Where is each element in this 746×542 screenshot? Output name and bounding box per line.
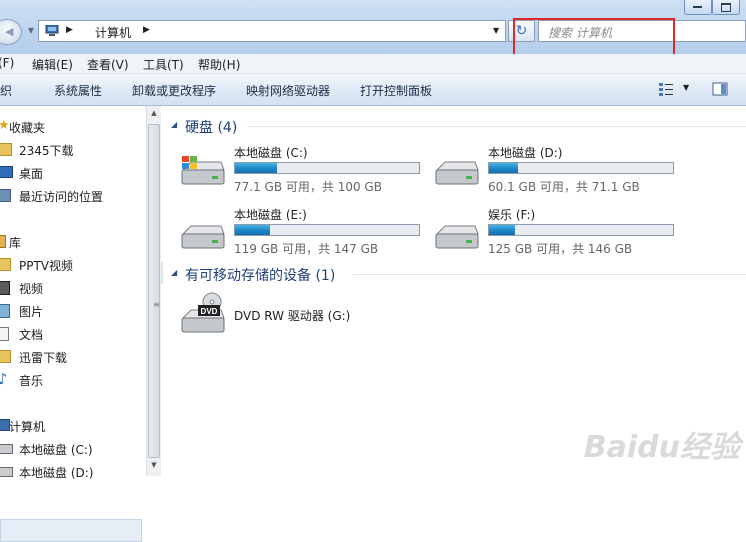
drive-tile-c[interactable]: 本地磁盘 (C:) 77.1 GB 可用，共 100 GB [179, 142, 420, 196]
drive-name-d: 本地磁盘 (D:) [488, 146, 563, 160]
library-icon [0, 235, 6, 248]
menu-help[interactable]: 帮助(H) [198, 56, 240, 73]
nav-favorites[interactable]: ★ 收藏夹 [0, 117, 146, 137]
document-library-icon [0, 327, 9, 341]
folder-icon [0, 143, 12, 156]
breadcrumb-separator-icon[interactable]: ▶ [143, 25, 150, 35]
collapse-chevron-icon[interactable]: ◢ [171, 120, 177, 129]
navigation-pane: ★ 收藏夹 2345下载 桌面 最近访问的位置 库 PPTV视频 视频 图片 文… [0, 106, 146, 542]
free-space-c: 77.1 GB 可用，共 100 GB [234, 180, 382, 194]
nav-music[interactable]: ♪ 音乐 [0, 370, 146, 390]
picture-library-icon [0, 304, 10, 318]
music-icon: ♪ [0, 370, 8, 388]
group-edge [161, 262, 163, 284]
content-pane: ◢ 硬盘 (4) 本地磁盘 (C:) 77.1 GB 可用，共 100 GB 本… [161, 106, 746, 476]
usage-bar-fill-d [489, 163, 519, 173]
folder-icon [0, 350, 11, 363]
usage-bar-fill-f [489, 225, 515, 235]
desktop-icon [0, 166, 13, 178]
usage-bar-d [488, 162, 674, 174]
system-properties-button[interactable]: 系统属性 [54, 82, 102, 99]
open-control-panel-button[interactable]: 打开控制面板 [360, 82, 432, 99]
drive-name-c: 本地磁盘 (C:) [234, 146, 308, 160]
command-bar: 织 系统属性 卸载或更改程序 映射网络驱动器 打开控制面板 ▼ [0, 74, 746, 106]
scroll-down-arrow-icon[interactable]: ▼ [147, 461, 161, 473]
nav-drive-c[interactable]: 本地磁盘 (C:) [0, 439, 146, 459]
video-library-icon [0, 281, 10, 295]
map-network-drive-button[interactable]: 映射网络驱动器 [246, 82, 330, 99]
usage-bar-e [234, 224, 420, 236]
nav-computer-selected-highlight [0, 519, 142, 542]
watermark-logo: Baidu经验 [583, 430, 740, 465]
scroll-grip-icon: ≡ [153, 300, 160, 309]
recent-places-icon [0, 189, 11, 202]
free-space-d: 60.1 GB 可用，共 71.1 GB [488, 180, 640, 194]
computer-icon [45, 25, 59, 36]
drive-name-f: 娱乐 (F:) [488, 208, 536, 222]
address-history-dropdown-icon[interactable]: ▼ [493, 26, 499, 35]
group-header-removable[interactable]: ◢ 有可移动存储的设备 (1) [161, 262, 746, 286]
windows-drive-icon [181, 156, 225, 185]
drive-name-dvd: DVD RW 驱动器 (G:) [234, 309, 351, 323]
drive-tile-e[interactable]: 本地磁盘 (E:) 119 GB 可用，共 147 GB [179, 206, 420, 260]
nav-computer[interactable]: 计算机 [0, 416, 146, 436]
scroll-thumb[interactable]: ≡ [148, 124, 160, 458]
folder-icon [0, 258, 11, 271]
group-divider [247, 126, 746, 127]
group-divider [353, 274, 746, 275]
minimize-button[interactable] [684, 0, 712, 15]
change-view-icon[interactable] [658, 82, 674, 96]
nav-recent-places[interactable]: 最近访问的位置 [0, 186, 146, 206]
menu-file[interactable]: (F) [0, 56, 14, 70]
menu-bar: (F) 编辑(E) 查看(V) 工具(T) 帮助(H) [0, 54, 746, 74]
organize-button[interactable]: 织 [0, 82, 12, 99]
drive-tile-dvd[interactable]: DVD DVD RW 驱动器 (G:) [179, 292, 419, 340]
hard-drive-icon [181, 225, 225, 249]
dvd-badge: DVD [201, 307, 218, 316]
usage-bar-fill-c [235, 163, 278, 173]
group-header-hard-disks[interactable]: ◢ 硬盘 (4) [161, 114, 746, 138]
preview-pane-icon[interactable] [712, 82, 728, 96]
back-arrow-icon: ◀ [5, 25, 14, 38]
free-space-f: 125 GB 可用，共 146 GB [488, 242, 633, 256]
menu-tools[interactable]: 工具(T) [143, 56, 184, 73]
maximize-button[interactable] [712, 0, 740, 15]
nav-pictures[interactable]: 图片 [0, 301, 146, 321]
usage-bar-f [488, 224, 674, 236]
nav-videos[interactable]: 视频 [0, 278, 146, 298]
windows-drive-icon [0, 444, 13, 454]
uninstall-program-button[interactable]: 卸载或更改程序 [132, 82, 216, 99]
nav-desktop[interactable]: 桌面 [0, 163, 146, 183]
nav-libraries[interactable]: 库 [0, 232, 146, 252]
drive-tile-d[interactable]: 本地磁盘 (D:) 60.1 GB 可用，共 71.1 GB [433, 142, 674, 196]
menu-edit[interactable]: 编辑(E) [32, 56, 73, 73]
free-space-e: 119 GB 可用，共 147 GB [234, 242, 379, 256]
view-options-dropdown-icon[interactable]: ▼ [683, 83, 689, 92]
maximize-icon [721, 3, 731, 12]
dvd-drive-icon: DVD [181, 292, 225, 333]
nav-documents[interactable]: 文档 [0, 324, 146, 344]
menu-view[interactable]: 查看(V) [87, 56, 129, 73]
usage-bar-fill-e [235, 225, 270, 235]
nav-scrollbar[interactable]: ▲ ≡ ▼ [146, 106, 161, 476]
nav-pptv-video[interactable]: PPTV视频 [0, 255, 146, 275]
drive-tile-f[interactable]: 娱乐 (F:) 125 GB 可用，共 146 GB [433, 206, 674, 260]
recent-pages-dropdown[interactable]: ▼ [26, 24, 36, 38]
breadcrumb-computer[interactable]: 计算机 [95, 24, 131, 41]
hard-drive-icon [435, 225, 479, 249]
address-bar[interactable]: ▶ 计算机 ▶ ▼ [38, 20, 506, 42]
nav-xunlei-download[interactable]: 迅雷下载 [0, 347, 146, 367]
hard-drive-icon [435, 161, 479, 185]
usage-bar-c [234, 162, 420, 174]
collapse-chevron-icon[interactable]: ◢ [171, 268, 177, 277]
nav-drive-d[interactable]: 本地磁盘 (D:) [0, 462, 146, 482]
nav-2345-download[interactable]: 2345下载 [0, 140, 146, 160]
scroll-up-arrow-icon[interactable]: ▲ [147, 109, 161, 121]
minimize-icon [693, 6, 702, 8]
breadcrumb-separator-icon[interactable]: ▶ [66, 25, 73, 35]
drive-name-e: 本地磁盘 (E:) [234, 208, 307, 222]
